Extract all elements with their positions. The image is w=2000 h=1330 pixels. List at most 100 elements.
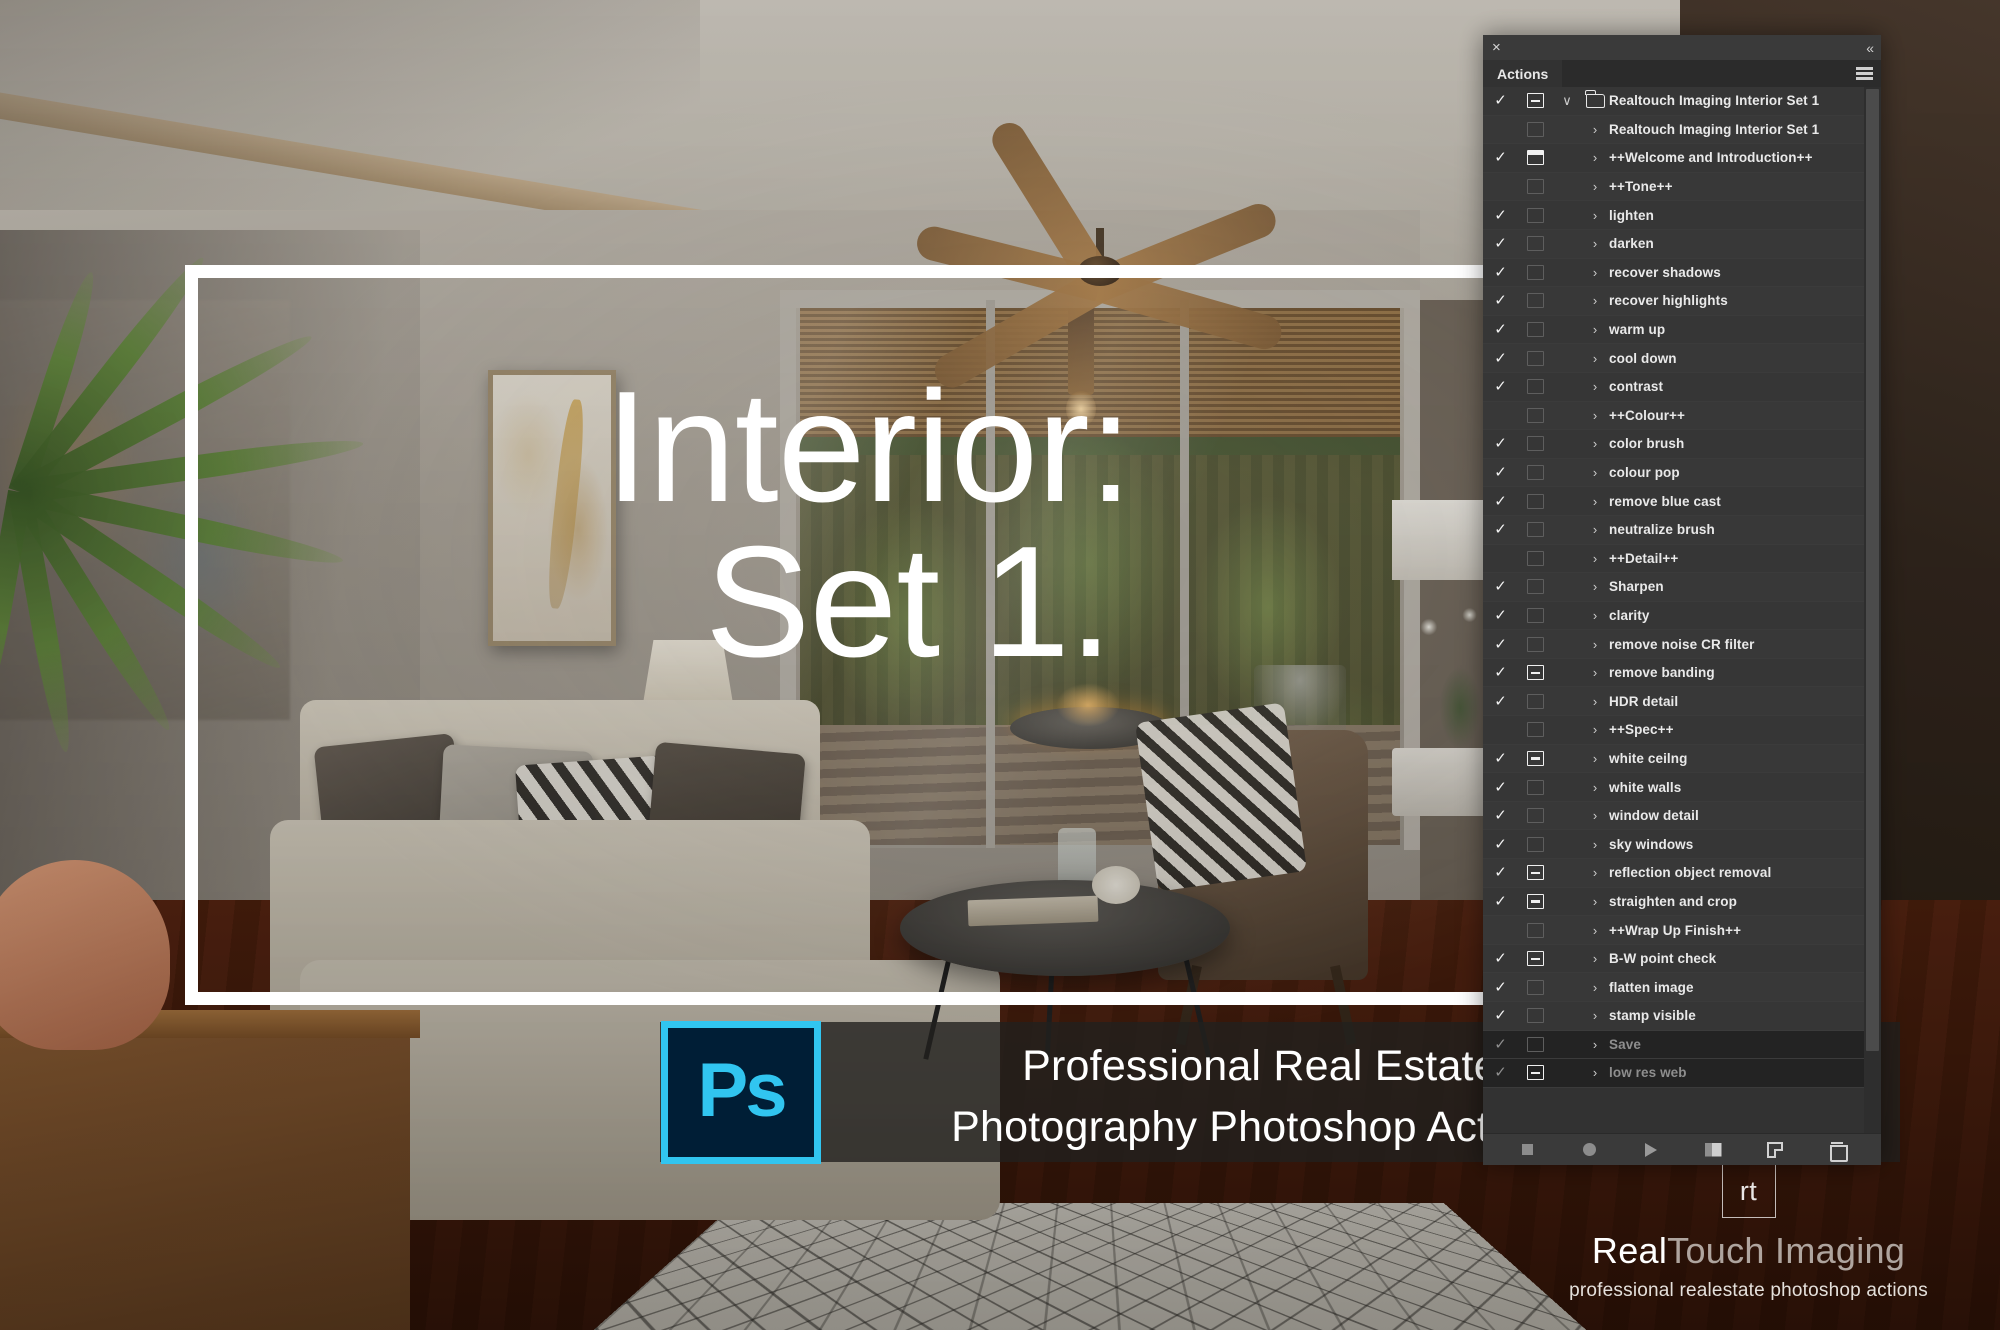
collapse-icon[interactable]: « (1866, 40, 1874, 56)
action-row[interactable]: › Realtouch Imaging Interior Set 1 (1483, 115, 1881, 145)
chevron-right-icon[interactable]: › (1581, 122, 1609, 137)
delete-button[interactable] (1827, 1140, 1848, 1162)
dialog-toggle[interactable] (1518, 379, 1553, 395)
chevron-right-icon[interactable]: › (1581, 379, 1609, 394)
chevron-right-icon[interactable]: › (1581, 808, 1609, 823)
action-row[interactable]: ✓ › stamp visible (1483, 1002, 1881, 1031)
action-row[interactable]: ✓ › white ceilng (1483, 744, 1881, 774)
dialog-toggle[interactable] (1518, 979, 1553, 995)
dialog-toggle[interactable] (1518, 665, 1553, 681)
chevron-right-icon[interactable]: › (1581, 1008, 1609, 1023)
action-enabled-checkbox[interactable]: ✓ (1483, 608, 1518, 623)
dialog-toggle[interactable] (1518, 579, 1553, 595)
action-enabled-checkbox[interactable]: ✓ (1483, 494, 1518, 509)
action-enabled-checkbox[interactable]: ✓ (1483, 522, 1518, 537)
chevron-right-icon[interactable]: › (1581, 579, 1609, 594)
dialog-toggle[interactable] (1518, 607, 1553, 623)
dialog-toggle[interactable] (1518, 693, 1553, 709)
action-enabled-checkbox[interactable]: ✓ (1483, 1037, 1518, 1052)
dialog-toggle[interactable] (1518, 493, 1553, 509)
action-enabled-checkbox[interactable]: ✓ (1483, 465, 1518, 480)
chevron-right-icon[interactable]: › (1581, 551, 1609, 566)
action-row[interactable]: ✓ › darken (1483, 229, 1881, 259)
chevron-right-icon[interactable]: › (1581, 980, 1609, 995)
dialog-toggle[interactable] (1518, 264, 1553, 280)
chevron-right-icon[interactable]: › (1581, 894, 1609, 909)
chevron-right-icon[interactable]: › (1581, 1037, 1609, 1052)
new-set-button[interactable] (1703, 1140, 1723, 1160)
action-row[interactable]: ✓ › HDR detail (1483, 687, 1881, 717)
action-row[interactable]: ✓ › recover shadows (1483, 258, 1881, 288)
action-enabled-checkbox[interactable]: ✓ (1483, 1008, 1518, 1023)
action-row[interactable]: ✓ › reflection object removal (1483, 859, 1881, 888)
dialog-toggle[interactable] (1518, 121, 1553, 137)
chevron-right-icon[interactable]: › (1581, 236, 1609, 251)
action-enabled-checkbox[interactable]: ✓ (1483, 265, 1518, 280)
chevron-right-icon[interactable]: › (1581, 951, 1609, 966)
dialog-toggle[interactable] (1518, 436, 1553, 452)
action-enabled-checkbox[interactable]: ✓ (1483, 980, 1518, 995)
action-row[interactable]: ✓ › remove blue cast (1483, 487, 1881, 516)
dialog-toggle[interactable] (1518, 207, 1553, 223)
action-row[interactable]: › ++Colour++ (1483, 401, 1881, 431)
action-enabled-checkbox[interactable]: ✓ (1483, 322, 1518, 337)
chevron-right-icon[interactable]: › (1581, 208, 1609, 223)
action-row[interactable]: ✓ › remove banding (1483, 658, 1881, 688)
chevron-right-icon[interactable]: › (1581, 436, 1609, 451)
chevron-right-icon[interactable]: › (1581, 351, 1609, 366)
action-row[interactable]: ✓ › flatten image (1483, 973, 1881, 1002)
chevron-down-icon[interactable]: ∨ (1553, 93, 1581, 109)
chevron-right-icon[interactable]: › (1581, 293, 1609, 308)
action-enabled-checkbox[interactable]: ✓ (1483, 665, 1518, 680)
chevron-right-icon[interactable]: › (1581, 522, 1609, 537)
dialog-toggle[interactable] (1518, 236, 1553, 252)
chevron-right-icon[interactable]: › (1581, 465, 1609, 480)
new-action-button[interactable] (1765, 1140, 1785, 1160)
dialog-toggle[interactable] (1518, 550, 1553, 566)
action-row[interactable]: ✓ ∨ Realtouch Imaging Interior Set 1 (1483, 87, 1881, 116)
dialog-toggle[interactable] (1518, 93, 1553, 109)
action-row[interactable]: ✓ › neutralize brush (1483, 515, 1881, 545)
action-row[interactable]: ✓ › ++Welcome and Introduction++ (1483, 144, 1881, 173)
action-row[interactable]: ✓ › clarity (1483, 601, 1881, 631)
action-row[interactable]: › ++Tone++ (1483, 172, 1881, 202)
action-row[interactable]: › ++Spec++ (1483, 716, 1881, 745)
action-row[interactable]: ✓ › Sharpen (1483, 573, 1881, 602)
action-row[interactable]: ✓ › straighten and crop (1483, 887, 1881, 917)
action-enabled-checkbox[interactable]: ✓ (1483, 780, 1518, 795)
action-enabled-checkbox[interactable]: ✓ (1483, 293, 1518, 308)
action-row[interactable]: ✓ › recover highlights (1483, 287, 1881, 316)
action-row[interactable]: ✓ › sky windows (1483, 830, 1881, 860)
chevron-right-icon[interactable]: › (1581, 322, 1609, 337)
dialog-toggle[interactable] (1518, 836, 1553, 852)
close-icon[interactable]: × (1492, 40, 1501, 55)
chevron-right-icon[interactable]: › (1581, 1065, 1609, 1080)
chevron-right-icon[interactable]: › (1581, 408, 1609, 423)
action-enabled-checkbox[interactable]: ✓ (1483, 751, 1518, 766)
action-enabled-checkbox[interactable]: ✓ (1483, 837, 1518, 852)
chevron-right-icon[interactable]: › (1581, 179, 1609, 194)
dialog-toggle[interactable] (1518, 722, 1553, 738)
stop-button[interactable] (1517, 1140, 1537, 1160)
dialog-toggle[interactable] (1518, 951, 1553, 967)
chevron-right-icon[interactable]: › (1581, 722, 1609, 737)
action-enabled-checkbox[interactable]: ✓ (1483, 865, 1518, 880)
action-row[interactable]: ✓ › contrast (1483, 372, 1881, 402)
action-row[interactable]: ✓ › white walls (1483, 773, 1881, 802)
dialog-toggle[interactable] (1518, 179, 1553, 195)
chevron-right-icon[interactable]: › (1581, 837, 1609, 852)
dialog-toggle[interactable] (1518, 750, 1553, 766)
action-row[interactable]: ✓ › cool down (1483, 344, 1881, 373)
chevron-right-icon[interactable]: › (1581, 665, 1609, 680)
tab-actions[interactable]: Actions (1483, 60, 1563, 87)
chevron-right-icon[interactable]: › (1581, 751, 1609, 766)
action-row[interactable]: ✓ › colour pop (1483, 458, 1881, 488)
chevron-right-icon[interactable]: › (1581, 923, 1609, 938)
dialog-toggle[interactable] (1518, 893, 1553, 909)
action-enabled-checkbox[interactable]: ✓ (1483, 579, 1518, 594)
action-enabled-checkbox[interactable]: ✓ (1483, 208, 1518, 223)
action-row[interactable]: ✓ › color brush (1483, 430, 1881, 459)
dialog-toggle[interactable] (1518, 1036, 1553, 1052)
action-enabled-checkbox[interactable]: ✓ (1483, 951, 1518, 966)
action-row[interactable]: ✓ › B-W point check (1483, 944, 1881, 974)
